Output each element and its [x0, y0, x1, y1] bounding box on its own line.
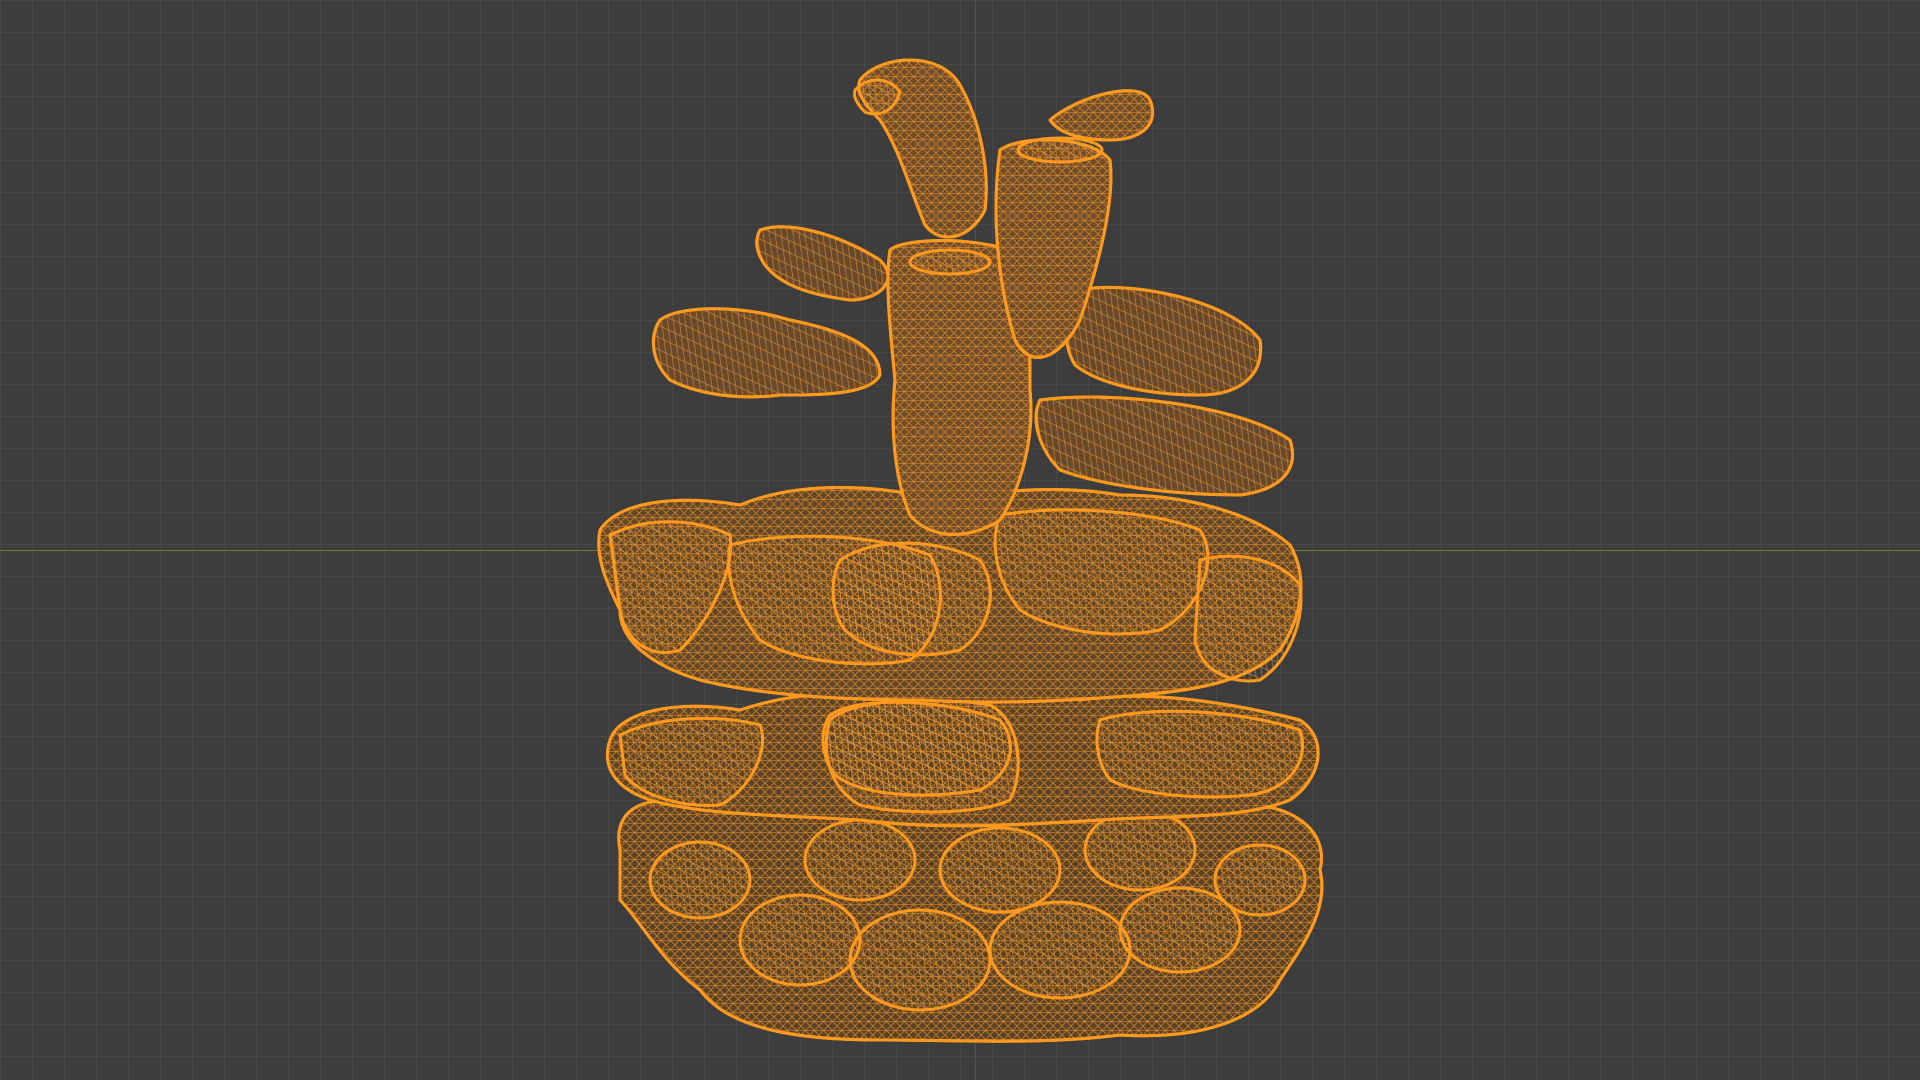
pine-cone-wireframe[interactable] [0, 0, 1920, 1080]
bottom-scales [617, 790, 1324, 1043]
pine-cone-mesh[interactable] [597, 58, 1324, 1043]
3d-viewport[interactable] [0, 0, 1920, 1080]
